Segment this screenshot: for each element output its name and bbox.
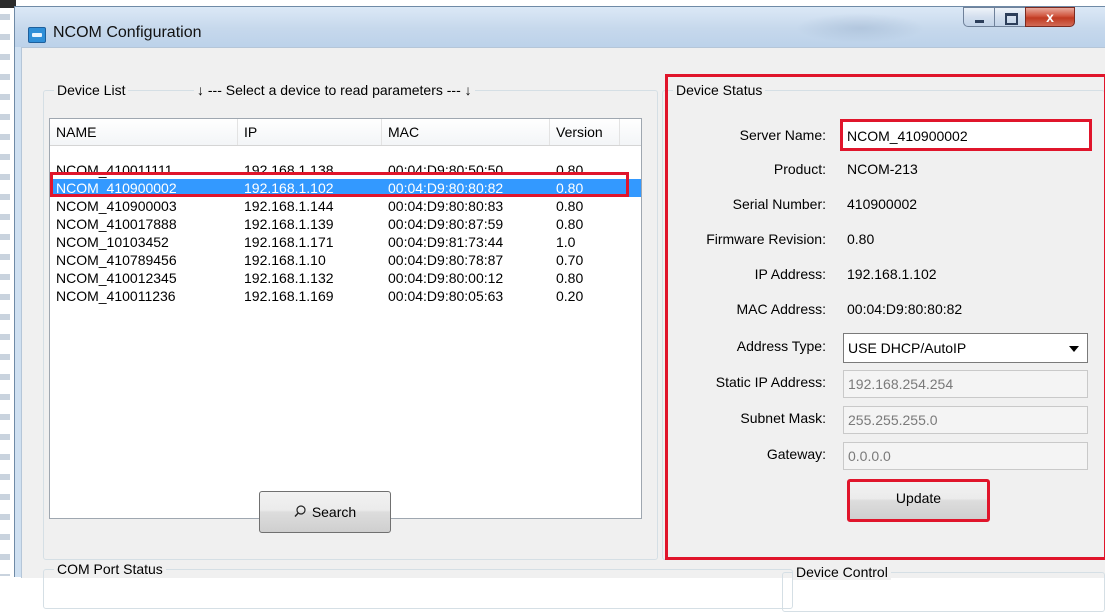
- address-type-select[interactable]: USE DHCP/AutoIP: [843, 333, 1088, 363]
- address-type-selected: USE DHCP/AutoIP: [848, 340, 967, 356]
- column-header-name[interactable]: NAME: [50, 119, 238, 145]
- update-button-label: Update: [895, 490, 942, 506]
- cell-ip: 192.168.1.138: [244, 162, 334, 178]
- cell-version: 0.20: [556, 288, 584, 304]
- cell-ip: 192.168.1.10: [244, 252, 326, 268]
- column-header-version[interactable]: Version: [550, 119, 620, 145]
- main-window: NCOM Configuration x Device List ↓ --- S…: [14, 6, 1105, 612]
- cell-name: NCOM_410012345: [56, 270, 177, 286]
- cell-name: NCOM_410789456: [56, 252, 177, 268]
- maximize-button[interactable]: [994, 7, 1025, 27]
- cell-ip: 192.168.1.171: [244, 234, 334, 250]
- static-ip-input[interactable]: 192.168.254.254: [843, 370, 1088, 398]
- desktop-background-strip: [0, 0, 10, 576]
- cell-ip: 192.168.1.102: [244, 180, 334, 196]
- chevron-down-icon[interactable]: [1069, 346, 1079, 352]
- cell-version: 0.80: [556, 216, 584, 232]
- ip-address-label: IP Address:: [754, 266, 826, 282]
- cell-mac: 00:04:D9:80:05:63: [388, 288, 504, 304]
- cell-version: 0.80: [556, 198, 584, 214]
- cell-version: 0.80: [556, 270, 584, 286]
- table-row[interactable]: NCOM_10103452 192.168.1.171 00:04:D9:81:…: [50, 233, 641, 251]
- serial-number-label: Serial Number:: [732, 196, 826, 212]
- cell-name: NCOM_410017888: [56, 216, 177, 232]
- title-bar[interactable]: NCOM Configuration x: [15, 7, 1105, 47]
- table-row[interactable]: NCOM_410789456 192.168.1.10 00:04:D9:80:…: [50, 251, 641, 269]
- column-header-mac[interactable]: MAC: [382, 119, 550, 145]
- table-row-selected[interactable]: NCOM_410900002 192.168.1.102 00:04:D9:80…: [50, 179, 641, 197]
- com-port-status-group: COM Port Status: [43, 561, 793, 609]
- update-button[interactable]: Update: [847, 479, 990, 522]
- mac-address-value: 00:04:D9:80:80:82: [847, 301, 963, 317]
- cell-mac: 00:04:D9:80:87:59: [388, 216, 504, 232]
- table-row[interactable]: NCOM_410017888 192.168.1.139 00:04:D9:80…: [50, 215, 641, 233]
- cell-name: NCOM_410900002: [56, 180, 177, 196]
- cell-version: 0.70: [556, 252, 584, 268]
- cell-name: NCOM_410011111: [56, 162, 173, 178]
- search-button[interactable]: Search: [259, 491, 391, 533]
- device-list-table[interactable]: NAME IP MAC Version NCOM_410011111 192.1…: [49, 118, 642, 519]
- com-port-status-title: COM Port Status: [54, 561, 166, 577]
- subnet-mask-label: Subnet Mask:: [740, 410, 826, 426]
- minimize-button[interactable]: [963, 7, 994, 27]
- table-row[interactable]: NCOM_410012345 192.168.1.132 00:04:D9:80…: [50, 269, 641, 287]
- address-type-label: Address Type:: [736, 338, 826, 354]
- serial-number-value: 410900002: [847, 196, 918, 212]
- app-icon[interactable]: [28, 27, 46, 43]
- product-label: Product:: [773, 161, 826, 177]
- device-list-hint: ↓ --- Select a device to read parameters…: [194, 82, 475, 98]
- product-value: NCOM-213: [847, 161, 918, 177]
- window-controls: x: [963, 7, 1075, 33]
- close-button[interactable]: x: [1025, 7, 1075, 27]
- table-row[interactable]: NCOM_410011236 192.168.1.169 00:04:D9:80…: [50, 287, 641, 305]
- server-name-input[interactable]: NCOM_410900002: [840, 119, 1092, 151]
- window-client-area: Device List ↓ --- Select a device to rea…: [21, 47, 1105, 612]
- cell-mac: 00:04:D9:80:50:50: [388, 162, 504, 178]
- ip-address-value: 192.168.1.102: [847, 266, 937, 282]
- table-row[interactable]: NCOM_410011111 192.168.1.138 00:04:D9:80…: [50, 161, 641, 179]
- cell-ip: 192.168.1.132: [244, 270, 334, 286]
- cell-mac: 00:04:D9:80:80:82: [388, 180, 504, 196]
- firmware-revision-value: 0.80: [847, 231, 875, 247]
- cell-ip: 192.168.1.139: [244, 216, 334, 232]
- cell-name: NCOM_410011236: [56, 288, 176, 304]
- table-header: NAME IP MAC Version: [50, 119, 641, 146]
- firmware-revision-label: Firmware Revision:: [706, 231, 826, 247]
- cell-ip: 192.168.1.144: [244, 198, 334, 214]
- device-control-title: Device Control: [793, 564, 891, 580]
- cell-ip: 192.168.1.169: [244, 288, 334, 304]
- device-list-title: Device List: [54, 82, 129, 98]
- cell-mac: 00:04:D9:80:00:12: [388, 270, 504, 286]
- column-header-ip[interactable]: IP: [238, 119, 382, 145]
- table-row[interactable]: NCOM_410900003 192.168.1.144 00:04:D9:80…: [50, 197, 641, 215]
- gateway-label: Gateway:: [766, 446, 826, 462]
- search-icon: [294, 493, 306, 517]
- mac-address-label: MAC Address:: [736, 301, 826, 317]
- maximize-icon: [1005, 13, 1018, 25]
- cell-mac: 00:04:D9:80:78:87: [388, 252, 504, 268]
- cell-version: 0.80: [556, 180, 584, 196]
- cell-name: NCOM_410900003: [56, 198, 177, 214]
- device-status-title: Device Status: [673, 82, 766, 98]
- static-ip-label: Static IP Address:: [715, 374, 826, 390]
- subnet-mask-input[interactable]: 255.255.255.0: [843, 406, 1088, 434]
- cell-version: 0.80: [556, 162, 584, 178]
- close-icon: x: [1046, 9, 1054, 25]
- cell-version: 1.0: [556, 234, 576, 250]
- cell-mac: 00:04:D9:81:73:44: [388, 234, 504, 250]
- gateway-input[interactable]: 0.0.0.0: [843, 442, 1088, 470]
- minimize-icon: [975, 20, 984, 23]
- cell-name: NCOM_10103452: [56, 234, 169, 250]
- window-title: NCOM Configuration: [53, 24, 202, 41]
- device-control-group: Device Control: [782, 564, 1105, 612]
- search-button-label: Search: [311, 504, 357, 520]
- title-bar-glare: [795, 13, 925, 43]
- cell-mac: 00:04:D9:80:80:83: [388, 198, 504, 214]
- server-name-label: Server Name:: [739, 127, 826, 143]
